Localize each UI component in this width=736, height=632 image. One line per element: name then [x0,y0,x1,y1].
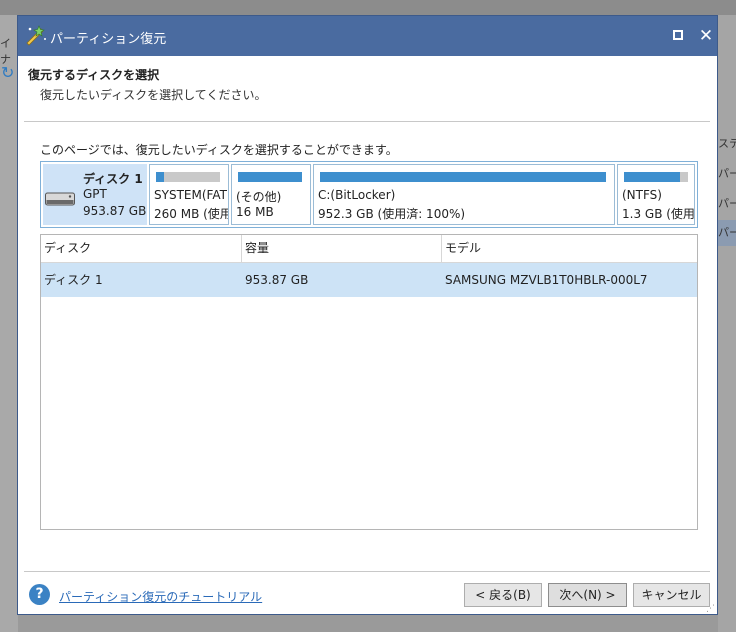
close-icon: ✕ [698,26,714,46]
background-left-strip: イナ ↻ [0,15,18,632]
partition-usage-bar [156,172,220,182]
window-title: パーティション復元 [50,32,167,47]
partition-usage-fill [156,172,164,182]
partition-name: C:(BitLocker) [318,188,396,202]
header-divider [24,121,710,122]
cell-model: SAMSUNG MZVLB1T0HBLR-000L7 [445,273,648,287]
background-right-item[interactable]: ステ [718,135,736,151]
column-header-model[interactable]: モデル [442,235,696,262]
background-right-item[interactable]: パー [718,165,736,181]
background-right-item[interactable]: パー [718,220,736,246]
disk-size: 953.87 GB [83,204,147,218]
partition-block[interactable]: SYSTEM(FAT 260 MB (使用 [149,164,229,225]
column-header-capacity[interactable]: 容量 [242,235,442,262]
close-button[interactable]: ✕ [694,24,718,48]
disk-type: GPT [83,187,107,201]
app-wand-icon [26,25,46,46]
partition-name: SYSTEM(FAT [154,188,227,202]
hard-disk-icon [45,192,75,206]
partition-usage-bar [238,172,302,182]
page-subheading: 復元したいディスクを選択してください。 [40,88,267,102]
tutorial-link[interactable]: パーティション復元のチュートリアル [59,588,262,605]
resize-grip-icon[interactable]: ⋰ [706,604,715,614]
partition-block[interactable]: C:(BitLocker) 952.3 GB (使用済: 100%) [313,164,615,225]
partition-size: 260 MB (使用 [154,207,229,221]
titlebar: パーティション復元 ✕ [18,16,717,56]
instruction-text: このページでは、復元したいディスクを選択することができます。 [40,143,398,157]
disk-info-block[interactable]: ディスク 1 GPT 953.87 GB [43,164,147,225]
disk-name: ディスク 1 [83,172,143,186]
table-header: ディスク 容量 モデル [41,235,697,263]
page-heading: 復元するディスクを選択 [28,68,160,82]
back-button[interactable]: < 戻る(B) [464,583,542,607]
partition-name: (NTFS) [622,188,662,202]
partition-usage-fill [238,172,302,182]
maximize-button[interactable] [666,24,690,48]
partition-size: 952.3 GB (使用済: 100%) [318,207,466,221]
background-topbar [0,0,736,15]
partition-usage-bar [320,172,606,182]
disk-table: ディスク 容量 モデル ディスク 1 953.87 GB SAMSUNG MZV… [40,234,698,530]
maximize-icon [673,30,683,40]
background-right-panel: ステ パー パー パー [718,15,736,632]
cancel-button[interactable]: キャンセル [633,583,710,607]
partition-size: 1.3 GB (使用 [622,207,695,221]
refresh-icon[interactable]: ↻ [1,63,14,82]
cell-capacity: 953.87 GB [245,273,309,287]
disk-map[interactable]: ディスク 1 GPT 953.87 GB SYSTEM(FAT 260 MB (… [40,161,698,228]
partition-recovery-dialog: パーティション復元 ✕ 復元するディスクを選択 復元したいディスクを選択してくだ… [17,15,718,615]
partition-usage-fill [320,172,606,182]
help-icon[interactable]: ? [29,584,50,605]
partition-name: (その他) [236,190,282,204]
footer-divider [24,571,710,572]
partition-size: 16 MB [236,205,274,219]
partition-usage-fill [624,172,681,182]
partition-block[interactable]: (NTFS) 1.3 GB (使用 [617,164,695,225]
column-header-disk[interactable]: ディスク [41,235,242,262]
partition-block[interactable]: (その他) 16 MB [231,164,311,225]
cell-disk: ディスク 1 [44,273,103,287]
background-right-item[interactable]: パー [718,195,736,211]
next-button[interactable]: 次へ(N) > [548,583,627,607]
table-row[interactable]: ディスク 1 953.87 GB SAMSUNG MZVLB1T0HBLR-00… [41,263,697,297]
partition-usage-bar [624,172,688,182]
